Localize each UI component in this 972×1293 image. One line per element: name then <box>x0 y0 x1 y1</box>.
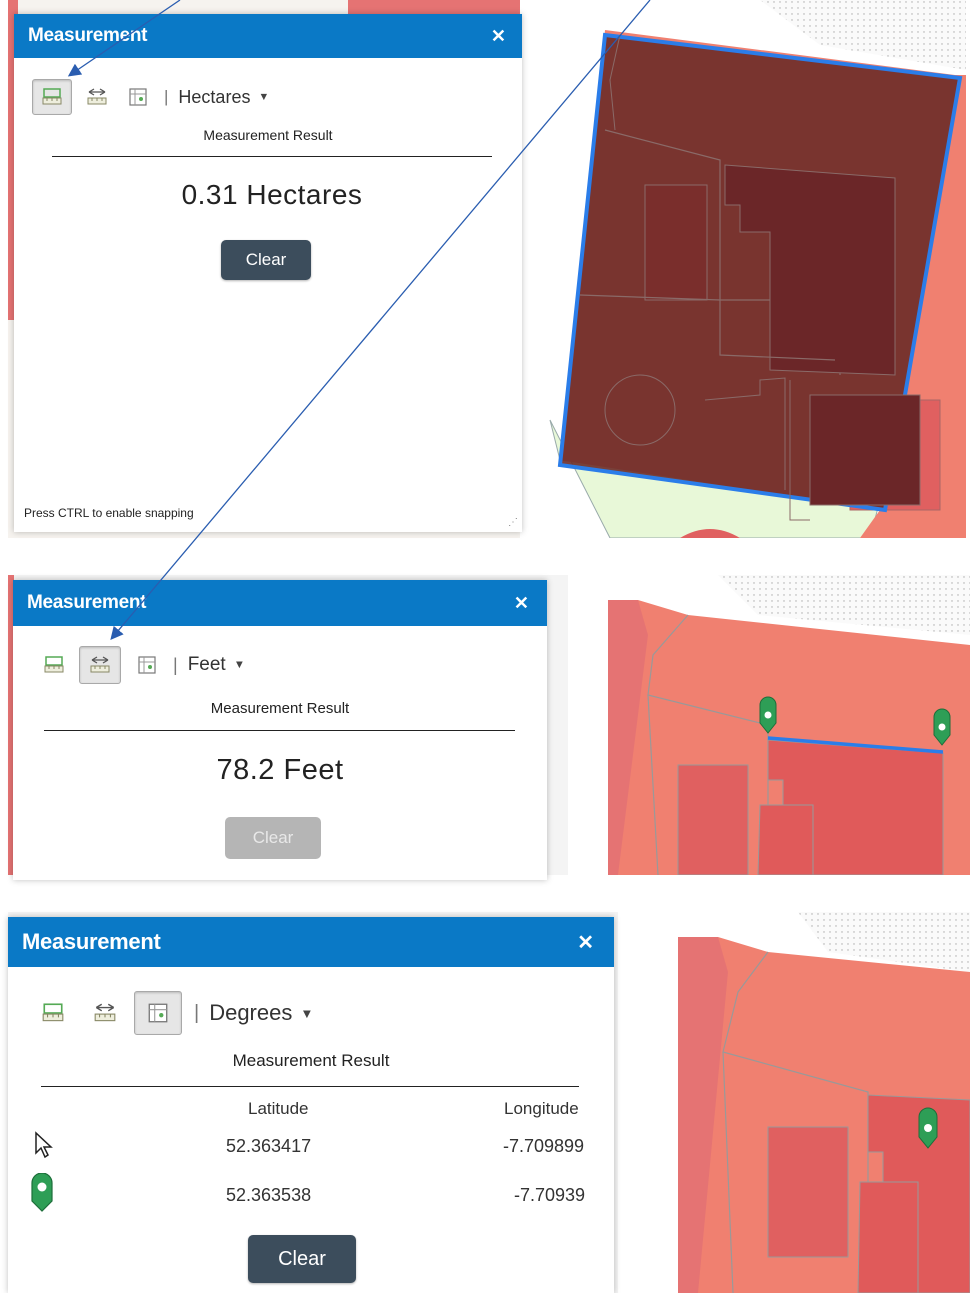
distance-tool-button[interactable] <box>79 646 121 684</box>
area-ruler-icon <box>44 656 64 673</box>
chevron-down-icon: ▼ <box>258 91 270 103</box>
chevron-down-icon: ▼ <box>300 1005 314 1021</box>
widget-title: Measurement <box>27 592 147 613</box>
clear-button[interactable]: Clear <box>221 240 311 280</box>
result-value: 78.2 Feet <box>216 754 344 786</box>
screenshot-2: Measurement ✕ | Feet ▼ Measurement Resul… <box>8 575 970 880</box>
close-icon[interactable]: ✕ <box>577 930 594 955</box>
map-view-distance[interactable] <box>608 575 970 875</box>
divider <box>41 1086 579 1087</box>
area-ruler-icon <box>42 1003 64 1022</box>
tool-row: | Degrees ▼ <box>36 991 313 1035</box>
result-value: 0.31 Hectares <box>181 179 363 210</box>
widget-title: Measurement <box>28 25 148 46</box>
distance-tool-button[interactable] <box>88 992 122 1034</box>
unit-label: Feet <box>187 654 226 675</box>
close-icon[interactable]: ✕ <box>491 26 506 47</box>
widget-title: Measurement <box>22 929 161 954</box>
unit-label: Degrees <box>209 1000 293 1025</box>
area-tool-button[interactable] <box>39 646 69 684</box>
map-pin-icon <box>30 1173 54 1213</box>
row-2-latitude: 52.363538 <box>226 1185 312 1205</box>
measurement-widget: Measurement ✕ | Hectares ▼ Measurement R… <box>14 14 522 532</box>
tool-row: | Hectares ▼ <box>32 78 269 116</box>
row-1-latitude: 52.363417 <box>226 1136 312 1156</box>
divider <box>44 730 515 731</box>
latitude-header: Latitude <box>248 1099 309 1118</box>
distance-ruler-icon <box>87 88 107 105</box>
widget-titlebar[interactable]: Measurement ✕ <box>14 14 522 58</box>
close-icon[interactable]: ✕ <box>514 593 529 614</box>
separator: | <box>173 654 178 675</box>
row-1-longitude: -7.709899 <box>503 1136 585 1156</box>
distance-tool-button[interactable] <box>82 79 112 115</box>
map-view-area[interactable] <box>520 0 966 538</box>
map-view-location[interactable] <box>678 912 970 1293</box>
longitude-header: Longitude <box>504 1099 579 1118</box>
measurement-widget: Measurement ✕ | Feet ▼ Measurement Resul… <box>13 580 547 880</box>
resize-handle-icon[interactable]: ⋰ <box>508 518 518 528</box>
row-2-longitude: -7.70939 <box>514 1185 586 1205</box>
area-ruler-icon <box>42 88 62 105</box>
location-grid-icon <box>138 656 156 674</box>
screenshot-1: Measurement ✕ | Hectares ▼ Measurement R… <box>8 0 966 538</box>
distance-ruler-icon <box>94 1003 116 1022</box>
divider <box>52 156 492 157</box>
snapping-hint: Press CTRL to enable snapping <box>24 506 194 520</box>
unit-dropdown[interactable]: Degrees ▼ <box>209 1000 313 1026</box>
screenshot-3: Measurement ✕ | Degrees ▼ Measurement Re… <box>8 912 970 1293</box>
area-tool-button[interactable] <box>36 992 70 1034</box>
cursor-arrow-icon <box>34 1131 54 1159</box>
clear-button[interactable]: Clear <box>248 1235 356 1283</box>
widget-titlebar[interactable]: Measurement ✕ <box>13 580 547 626</box>
tool-row: | Feet ▼ <box>39 645 245 685</box>
area-tool-button[interactable] <box>32 79 72 115</box>
location-grid-icon <box>129 88 147 106</box>
location-grid-icon <box>148 1003 168 1023</box>
location-tool-button[interactable] <box>122 79 154 115</box>
result-label: Measurement Result <box>203 127 333 143</box>
result-label: Measurement Result <box>232 1051 390 1070</box>
widget-titlebar[interactable]: Measurement ✕ <box>8 917 614 967</box>
separator: | <box>194 1001 200 1024</box>
result-label: Measurement Result <box>210 700 350 717</box>
distance-ruler-icon <box>90 656 110 673</box>
clear-button[interactable]: Clear <box>225 817 321 859</box>
unit-dropdown[interactable]: Hectares ▼ <box>178 87 269 108</box>
measurement-widget: Measurement ✕ | Degrees ▼ Measurement Re… <box>8 917 614 1293</box>
unit-label: Hectares <box>178 86 251 107</box>
separator: | <box>164 87 169 106</box>
unit-dropdown[interactable]: Feet ▼ <box>188 654 245 676</box>
location-tool-button[interactable] <box>131 646 163 684</box>
location-tool-button[interactable] <box>134 991 182 1035</box>
chevron-down-icon: ▼ <box>233 659 245 671</box>
